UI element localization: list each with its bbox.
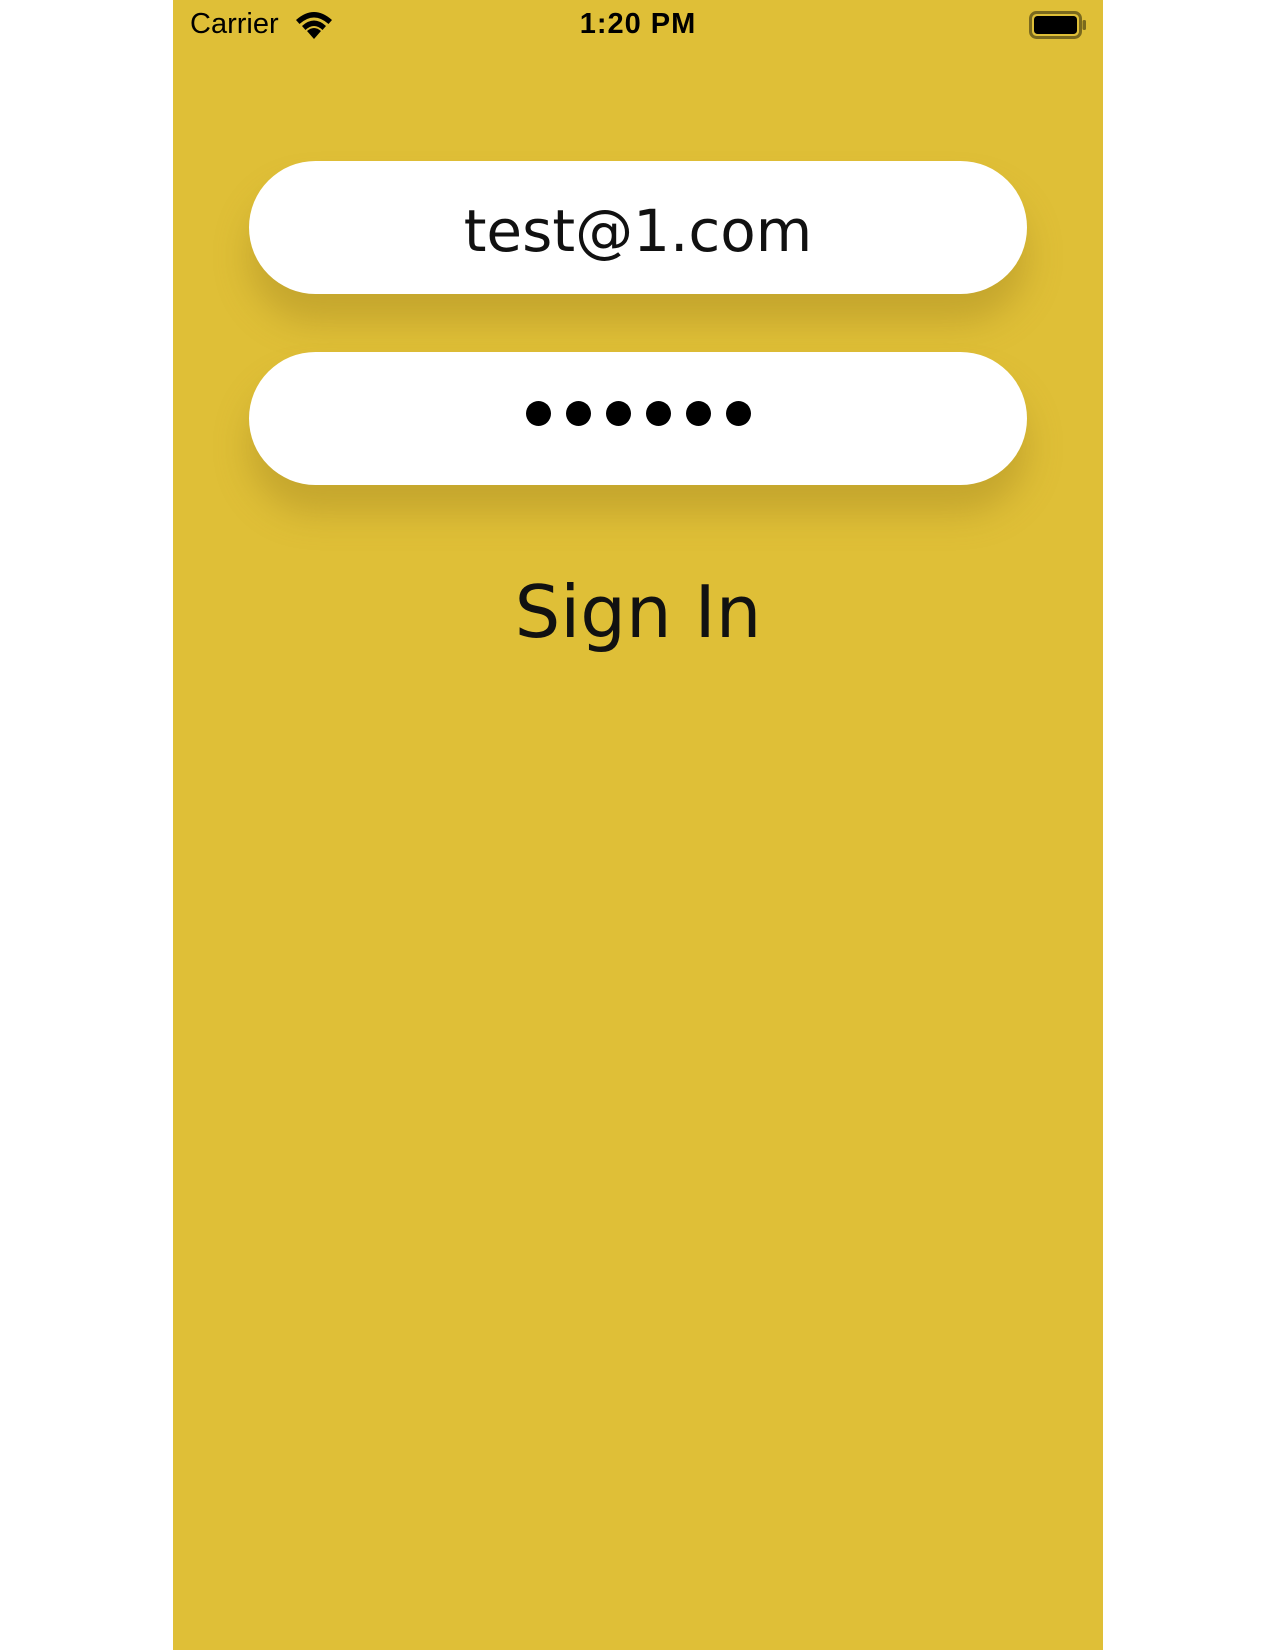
password-dot xyxy=(645,401,671,426)
password-dot xyxy=(725,401,751,426)
clock: 1:20 PM xyxy=(579,8,697,40)
email-value: test@1.com xyxy=(463,196,813,265)
password-mask xyxy=(525,401,751,426)
battery-icon xyxy=(1029,11,1087,39)
password-dot xyxy=(685,401,711,426)
sign-in-button[interactable]: Sign In xyxy=(173,570,1103,654)
password-dot xyxy=(605,401,631,426)
password-dot xyxy=(565,401,591,426)
password-dot xyxy=(525,401,551,426)
phone-screen: Carrier 1:20 PM test@1.com Sign In xyxy=(173,0,1103,1650)
email-field[interactable]: test@1.com xyxy=(249,161,1027,294)
status-bar: Carrier 1:20 PM xyxy=(173,0,1103,52)
password-field[interactable] xyxy=(249,352,1027,485)
